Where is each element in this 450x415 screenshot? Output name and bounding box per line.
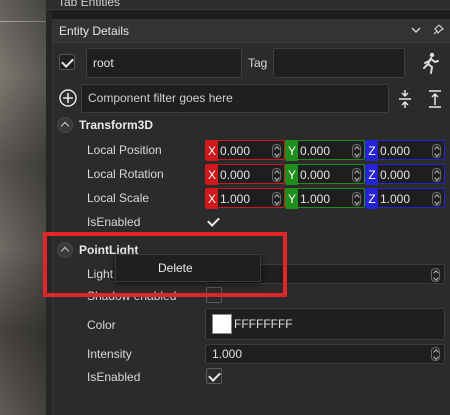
spinner-icon[interactable] [432, 144, 441, 158]
window-tab-bar: Tab Entities [46, 0, 450, 10]
local-position-label: Local Position [87, 143, 162, 157]
panel-title: Entity Details [59, 24, 130, 38]
local-position-z[interactable]: Z 0.000 [365, 140, 445, 161]
spinner-icon[interactable] [352, 168, 361, 182]
color-value: FFFFFFFF [234, 317, 293, 331]
color-swatch[interactable] [212, 314, 232, 334]
running-figure-icon[interactable] [419, 51, 441, 75]
entity-name-field[interactable]: root [86, 48, 242, 78]
intensity-label: Intensity [87, 347, 132, 361]
pointlight-isenabled-label: IsEnabled [87, 370, 141, 384]
entity-enabled-checkbox[interactable] [59, 54, 75, 70]
local-scale-y[interactable]: Y 1.000 [285, 188, 365, 209]
pointlight-isenabled-checkbox[interactable] [206, 368, 222, 384]
scene-viewport[interactable] [0, 0, 46, 415]
component-filter-input[interactable]: Component filter goes here [81, 84, 389, 113]
panel-header: Entity Details [53, 19, 450, 43]
local-position-y[interactable]: Y 0.000 [285, 140, 365, 161]
intensity-value: 1.000 [212, 347, 243, 361]
spinner-icon[interactable] [432, 192, 441, 206]
transform-isenabled-checkbox[interactable] [205, 213, 221, 229]
chevron-down-icon[interactable] [409, 23, 423, 37]
local-scale-label: Local Scale [87, 191, 150, 205]
local-scale-z[interactable]: Z 1.000 [365, 188, 445, 209]
transform-expander[interactable] [57, 117, 73, 133]
context-menu: Delete [115, 254, 261, 282]
add-component-icon[interactable] [58, 88, 78, 108]
transform-isenabled-label: IsEnabled [87, 215, 141, 229]
local-rotation-y[interactable]: Y 0.000 [285, 164, 365, 185]
spinner-icon[interactable] [352, 192, 361, 206]
spinner-icon[interactable] [272, 192, 281, 206]
local-scale-x[interactable]: X 1.000 [205, 188, 285, 209]
spinner-icon[interactable] [352, 144, 361, 158]
local-rotation-label: Local Rotation [87, 167, 164, 181]
local-position-x[interactable]: X 0.000 [205, 140, 285, 161]
local-rotation-z[interactable]: Z 0.000 [365, 164, 445, 185]
entity-details-panel: Entity Details root Tag Component filter… [52, 19, 450, 415]
spinner-icon[interactable] [431, 347, 440, 361]
spinner-icon[interactable] [272, 168, 281, 182]
tag-field[interactable] [273, 48, 405, 78]
color-label: Color [87, 318, 116, 332]
collapse-all-icon[interactable] [397, 89, 413, 109]
delete-menu-item[interactable]: Delete [158, 261, 193, 275]
window-title: Tab Entities [58, 0, 121, 9]
spinner-icon[interactable] [432, 168, 441, 182]
intensity-field[interactable]: 1.000 [205, 344, 445, 364]
spinner-icon[interactable] [272, 144, 281, 158]
tag-label: Tag [248, 56, 268, 70]
spinner-icon[interactable] [431, 268, 440, 282]
expand-all-icon[interactable] [427, 89, 443, 109]
color-field[interactable]: FFFFFFFF [205, 308, 445, 340]
transform-title: Transform3D [79, 118, 154, 132]
pin-icon[interactable] [431, 23, 445, 37]
local-rotation-x[interactable]: X 0.000 [205, 164, 285, 185]
